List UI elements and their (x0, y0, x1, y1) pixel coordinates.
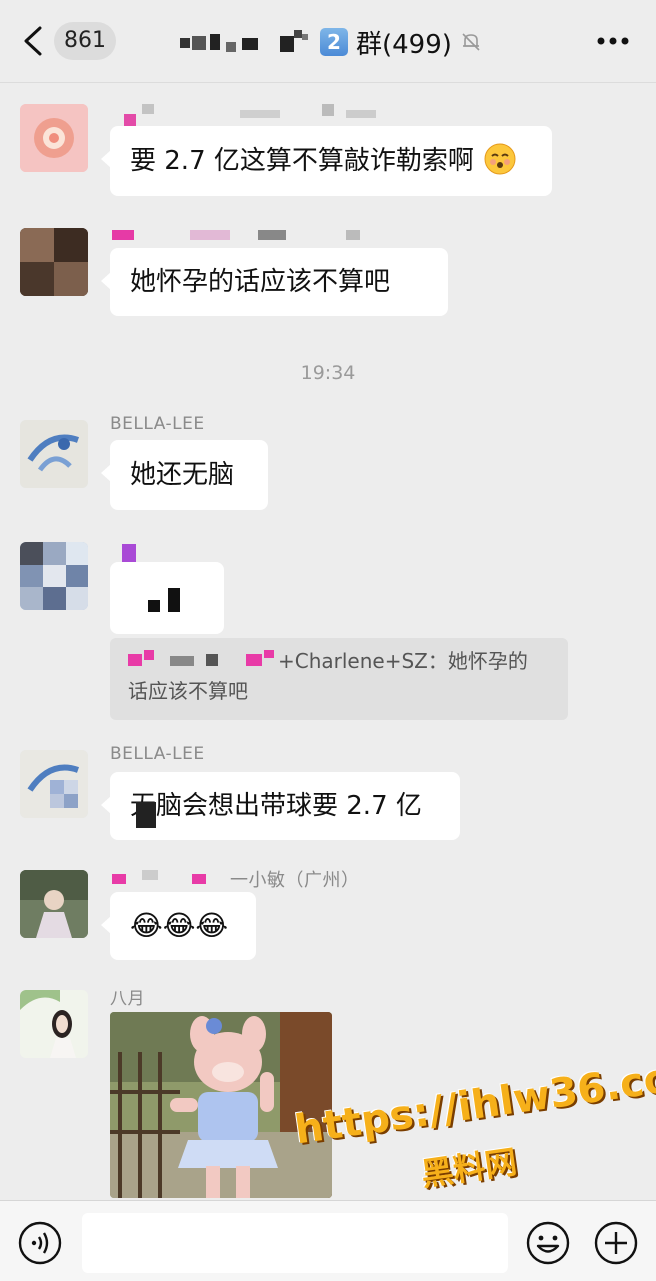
pixelated-nickname (110, 868, 230, 886)
quoted-message[interactable]: +Charlene+SZ：她怀孕的 话应该不算吧 (110, 638, 568, 720)
voice-icon[interactable] (18, 1221, 62, 1265)
avatar[interactable] (20, 104, 88, 172)
watermark-name: 黑料网 (418, 1142, 520, 1194)
quote-text-1: 她怀孕的 (447, 649, 528, 673)
message-text: 她还无脑 (130, 460, 235, 490)
sender-name: 八月 (110, 989, 145, 1009)
back-arrow-icon[interactable] (22, 26, 44, 56)
kissing-face-emoji-icon (484, 143, 516, 175)
chat-header: 861 2 群(499) (0, 0, 656, 83)
unread-count-badge[interactable]: 861 (54, 22, 116, 60)
plus-icon[interactable] (594, 1221, 638, 1265)
message-bubble[interactable]: 她还无脑 (101, 440, 268, 510)
pixelated-nickname (110, 228, 380, 242)
message-text: 无脑会想出带球要 2.7 亿 (130, 791, 422, 821)
pixelated-name-2 (276, 30, 312, 54)
more-icon[interactable] (596, 36, 630, 46)
pixelated-message[interactable] (110, 562, 224, 634)
pixelated-painting-avatar-icon (20, 750, 88, 818)
blurred-avatar-icon (20, 228, 88, 296)
sender-name: 一小敏（广州） (230, 870, 360, 891)
avatar[interactable] (20, 990, 88, 1058)
girl-avatar-icon (20, 990, 88, 1058)
tears-of-joy-emoji-icon: 😂😂😂 (130, 909, 229, 942)
avatar[interactable] (20, 750, 88, 818)
sender-name: BELLA-LEE (110, 744, 205, 764)
pixelated-quote-name (128, 650, 278, 672)
avatar[interactable] (20, 870, 88, 938)
pixel-overlay (136, 802, 156, 828)
sender-name: BELLA-LEE (110, 414, 205, 434)
pixelated-avatar-icon (20, 542, 88, 610)
avatar[interactable] (20, 542, 88, 610)
message-bubble[interactable]: 要 2.7 亿这算不算敲诈勒索啊 (101, 126, 552, 196)
watermark-url: https://ihlw36.com (292, 1049, 656, 1154)
input-bar (0, 1200, 656, 1281)
group-number-badge: 2 (320, 28, 348, 56)
emoji-icon[interactable] (526, 1221, 570, 1265)
avatar[interactable] (20, 420, 88, 488)
pixelated-name (180, 30, 268, 54)
message-bubble[interactable]: 她怀孕的话应该不算吧 (101, 248, 448, 316)
message-bubble[interactable]: 😂😂😂 (101, 892, 256, 960)
message-text: 她怀孕的话应该不算吧 (130, 267, 391, 297)
photo-avatar-icon (20, 870, 88, 938)
pixelated-nickname (110, 104, 400, 126)
quote-name: +Charlene+SZ： (278, 649, 448, 673)
painting-avatar-icon (20, 420, 88, 488)
message-bubble[interactable]: 无脑会想出带球要 2.7 亿 (101, 772, 460, 840)
message-input[interactable] (82, 1213, 508, 1273)
timestamp: 19:34 (300, 362, 356, 384)
mascot-photo-icon (110, 1012, 332, 1198)
chat-title: 2 群(499) (180, 22, 520, 62)
quote-line-2: 话应该不算吧 (128, 679, 248, 703)
quote-line-1: +Charlene+SZ：她怀孕的 (128, 646, 550, 676)
avatar[interactable] (20, 228, 88, 296)
group-title: 群(499) (356, 29, 452, 60)
mute-bell-icon (462, 33, 480, 51)
peach-avatar-icon (20, 104, 88, 172)
message-text: 要 2.7 亿这算不算敲诈勒索啊 (130, 146, 474, 176)
image-message[interactable] (110, 1012, 332, 1198)
